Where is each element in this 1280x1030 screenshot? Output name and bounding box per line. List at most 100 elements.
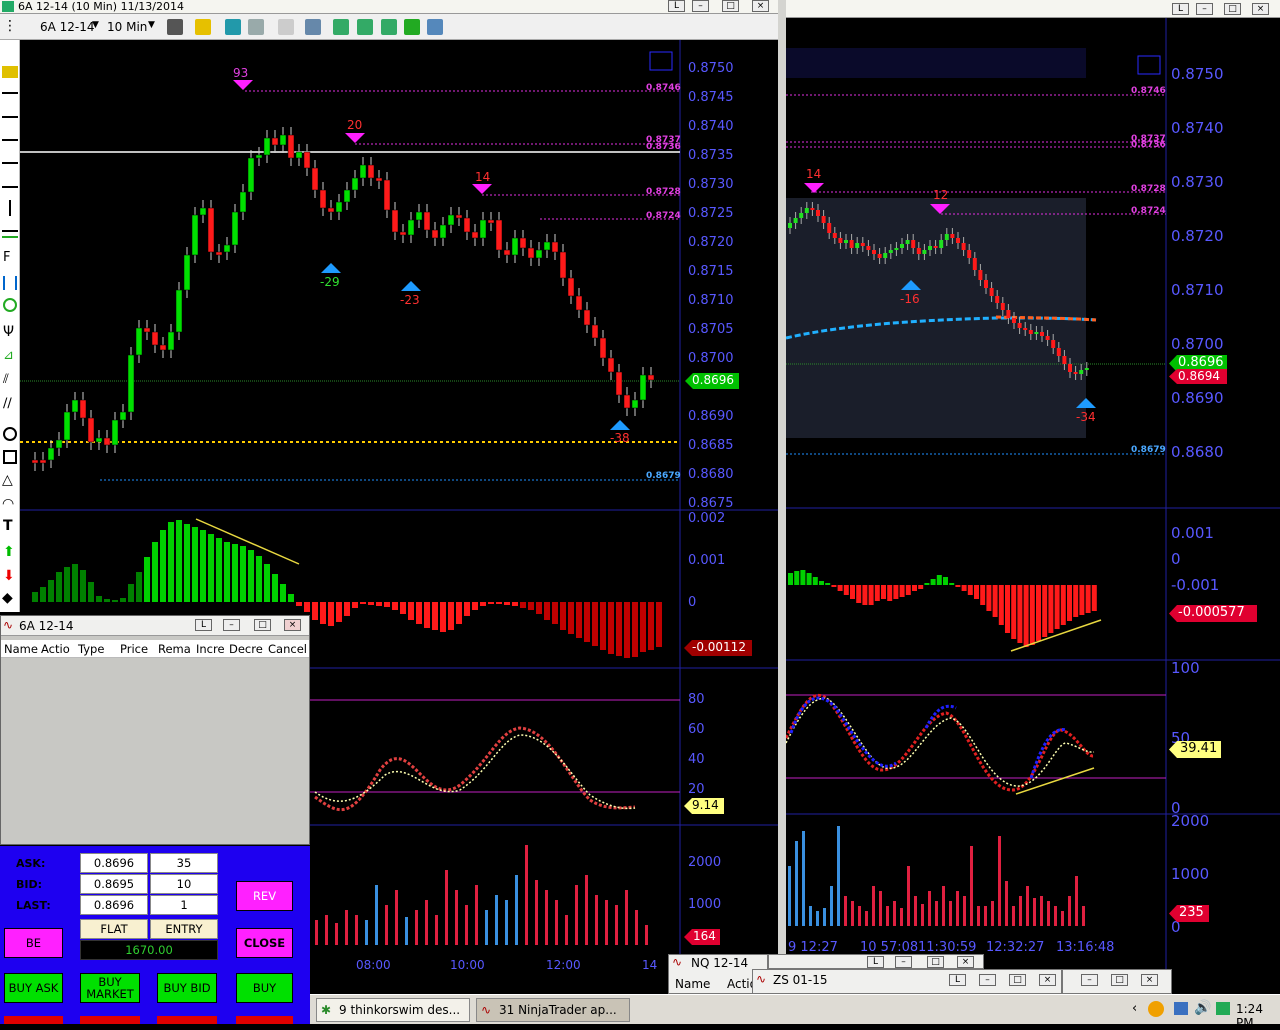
text-icon[interactable]: T — [3, 518, 13, 534]
task-ninjatrader[interactable]: ∿ 31 NinjaTrader ap... — [476, 998, 630, 1022]
bar-style-icon[interactable] — [167, 19, 183, 35]
close-icon[interactable]: × — [1252, 3, 1269, 15]
sell-market-button[interactable] — [80, 1016, 140, 1024]
candle — [431, 229, 439, 239]
horizontal-line-icon[interactable] — [2, 186, 18, 188]
maximize-icon[interactable]: □ — [1009, 974, 1026, 986]
instrument-selector[interactable]: 6A 12-14 — [40, 20, 95, 34]
fib-extension-icon[interactable]: F — [3, 250, 10, 265]
maximize-icon[interactable]: □ — [1111, 974, 1128, 986]
ruler-icon[interactable] — [2, 66, 18, 78]
macd-bar — [312, 602, 318, 620]
network-icon[interactable] — [1174, 1002, 1188, 1015]
axis-label: 0.8720 — [1171, 227, 1224, 245]
chart-trader-icon[interactable] — [427, 19, 443, 35]
arc-icon[interactable]: ◠ — [2, 496, 14, 512]
triangle-icon[interactable]: △ — [2, 472, 13, 488]
arrow-line-icon[interactable] — [2, 162, 18, 164]
ellipse-icon[interactable] — [3, 427, 17, 441]
volume-bar — [415, 910, 418, 945]
data-box-icon[interactable] — [333, 19, 349, 35]
task-thinkorswim[interactable]: ✱ 9 thinkorswim des... — [316, 998, 470, 1022]
minimize-icon[interactable]: – — [895, 956, 912, 968]
minimize-icon[interactable]: – — [1196, 3, 1213, 15]
refresh-icon[interactable] — [404, 19, 420, 35]
maximize-icon[interactable]: □ — [254, 619, 271, 631]
parallel-lines-icon[interactable]: ∕∕ — [3, 396, 12, 411]
minimize-icon[interactable]: – — [692, 0, 709, 12]
regression-channel-icon[interactable]: ⫽ — [3, 372, 9, 387]
sell-bid-button[interactable] — [157, 1016, 217, 1024]
minimize-icon[interactable]: – — [979, 974, 996, 986]
chevron-down-icon[interactable]: ▼ — [92, 20, 99, 30]
column-header[interactable]: Price — [120, 642, 148, 656]
strategies-icon[interactable] — [381, 19, 397, 35]
close-icon[interactable]: × — [1039, 974, 1056, 986]
column-header[interactable]: Type — [78, 642, 104, 656]
column-header[interactable]: Actio — [41, 642, 70, 656]
link-button[interactable]: L — [668, 0, 685, 12]
column-header[interactable]: Rema — [158, 642, 191, 656]
close-icon[interactable]: × — [752, 0, 769, 12]
buy-button[interactable]: BUY — [236, 973, 293, 1003]
interval-selector[interactable]: 10 Min — [107, 20, 147, 34]
volume-bar — [325, 915, 328, 945]
fib-time-icon[interactable] — [3, 276, 17, 290]
buy-ask-button[interactable]: BUY ASK — [4, 973, 63, 1003]
sell-button[interactable] — [236, 1016, 293, 1024]
minimize-icon[interactable]: – — [223, 619, 240, 631]
sell-ask-button[interactable] — [4, 1016, 63, 1024]
channel-icon[interactable] — [2, 230, 18, 238]
extended-line-icon[interactable] — [2, 116, 18, 118]
zoom-in-icon[interactable] — [225, 19, 241, 35]
axis-label: 2000 — [688, 855, 722, 870]
buy-bid-button[interactable]: BUY BID — [157, 973, 217, 1003]
candle — [271, 137, 279, 146]
tray-app-icon[interactable] — [1216, 1002, 1230, 1015]
column-header[interactable]: Incre — [196, 642, 225, 656]
chart2-area[interactable]: 0.8750 0.8740 0.8730 0.8720 0.8710 0.8700 0.86… — [786, 18, 1280, 970]
restore-icon[interactable]: □ — [1224, 3, 1241, 15]
macd-bar — [472, 602, 478, 610]
link-button[interactable]: L — [195, 619, 212, 631]
maximize-icon[interactable]: □ — [722, 0, 739, 12]
notification-icon[interactable] — [1148, 1001, 1164, 1017]
maximize-icon[interactable]: □ — [927, 956, 944, 968]
properties-icon[interactable] — [248, 19, 264, 35]
fib-circle-icon[interactable] — [3, 298, 17, 312]
close-icon[interactable]: × — [284, 619, 301, 631]
breakeven-button[interactable]: BE — [4, 928, 63, 958]
buy-market-button[interactable]: BUY MARKET — [80, 973, 140, 1003]
close-icon[interactable]: × — [1141, 974, 1158, 986]
gann-fan-icon[interactable]: ⊿ — [3, 348, 14, 363]
line-icon[interactable] — [2, 139, 18, 141]
rectangle-icon[interactable] — [3, 450, 17, 464]
column-header[interactable]: Cancel — [268, 642, 307, 656]
chevron-left-icon[interactable]: ‹ — [1132, 1001, 1137, 1016]
column-header[interactable]: Name — [675, 977, 710, 991]
volume-icon[interactable]: 🔊 — [1194, 1000, 1211, 1016]
ray-icon[interactable] — [2, 92, 18, 94]
pencil-icon[interactable] — [195, 19, 211, 35]
andrews-pitchfork-icon[interactable]: Ψ — [3, 324, 14, 340]
indicators-icon[interactable] — [357, 19, 373, 35]
column-header[interactable]: Decre — [229, 642, 263, 656]
close-position-button[interactable]: CLOSE — [236, 928, 293, 958]
vertical-line-icon[interactable] — [9, 200, 11, 216]
arrow-down-icon[interactable]: ⬇ — [3, 568, 15, 584]
zs-window: ∿ ZS 01-15 L – □ × — [752, 969, 1062, 994]
minimize-icon[interactable]: – — [1081, 974, 1098, 986]
link-button[interactable]: L — [1172, 3, 1189, 15]
chevron-down-icon[interactable]: ▼ — [148, 20, 155, 30]
arrow-up-icon[interactable]: ⬆ — [3, 544, 15, 560]
pointer-icon[interactable] — [278, 19, 294, 35]
window-splitter[interactable] — [778, 0, 786, 970]
link-button[interactable]: L — [949, 974, 966, 986]
diamond-icon[interactable]: ◆ — [2, 590, 13, 606]
link-button[interactable]: L — [867, 956, 884, 968]
reverse-button[interactable]: REV — [236, 881, 293, 911]
close-icon[interactable]: × — [957, 956, 974, 968]
clock[interactable]: 1:24 PM — [1236, 1002, 1280, 1030]
search-icon[interactable] — [305, 19, 321, 35]
column-header[interactable]: Name — [4, 642, 38, 656]
